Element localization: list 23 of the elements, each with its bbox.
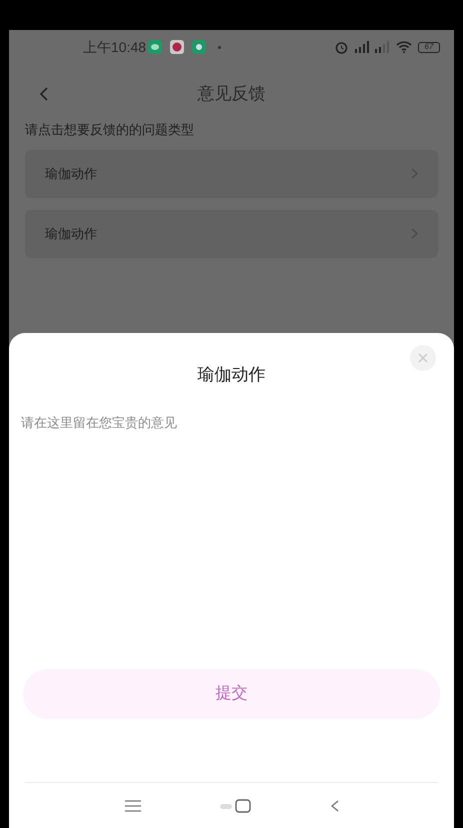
back-icon[interactable] [39,87,49,101]
prompt-text: 请点击想要反馈的的问题类型 [24,121,195,139]
menu-icon[interactable] [124,800,140,812]
category-item[interactable]: 瑜伽动作 [25,210,438,258]
submit-button[interactable]: 提交 [23,669,440,719]
page-title: 意见反馈 [198,83,266,106]
sheet-title: 瑜伽动作 [198,364,266,386]
chevron-icon [411,228,418,239]
dot-icon [218,46,222,48]
alarm-icon [335,40,348,54]
chat-app-icon [148,40,162,54]
category-item[interactable]: 瑜伽动作 [25,150,438,198]
wifi-icon [396,41,412,53]
home-icon[interactable] [220,798,252,812]
signal-icon [354,41,370,53]
notification-app-icon [170,40,184,54]
app-icon [192,40,206,54]
back-icon[interactable] [330,800,338,812]
close-icon [418,353,428,363]
chevron-icon [411,168,418,179]
signal-icon [374,41,390,53]
status-time: 上午10:48 [83,38,146,56]
battery-indicator: 67 [418,42,440,52]
